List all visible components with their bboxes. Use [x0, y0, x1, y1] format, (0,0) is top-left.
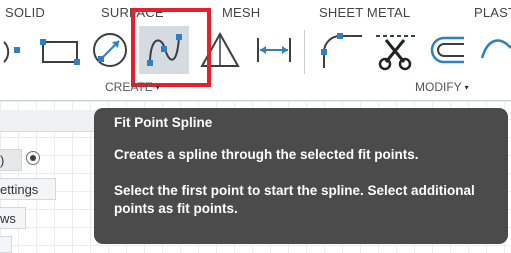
tab-solid[interactable]: SOLID [5, 5, 45, 20]
tool-tooltip: Fit Point Spline Creates a spline throug… [94, 108, 508, 244]
create-menu-dropdown[interactable]: CREATE ▾ [105, 80, 160, 94]
trim-scissors-icon [376, 35, 416, 71]
browser-row-label: ettings [0, 181, 39, 197]
polygon-tool-button[interactable] [198, 26, 242, 74]
browser-row-label: ws [0, 210, 16, 226]
tab-plastic[interactable]: PLAST [474, 5, 511, 20]
modify-menu-label: MODIFY [415, 80, 462, 94]
chevron-down-icon: ▾ [155, 82, 160, 92]
browser-panel-header [0, 110, 100, 132]
rectangle-icon [40, 39, 80, 65]
visibility-radio-icon[interactable] [26, 151, 40, 165]
curve-icon [480, 39, 511, 59]
fillet-icon [321, 33, 362, 68]
workspace-tabs: SOLID SURFACE MESH SHEET METAL PLAST [0, 0, 511, 24]
browser-row-partial[interactable] [0, 236, 12, 253]
chevron-down-icon: ▾ [464, 82, 469, 92]
tooltip-description: Creates a spline through the selected fi… [114, 147, 419, 162]
arc-icon [3, 41, 20, 63]
browser-row-partial[interactable]: ) [0, 149, 22, 171]
circle-diameter-icon [93, 33, 127, 67]
trim-tool-button[interactable] [372, 26, 420, 74]
toolbar-group-separator [304, 30, 305, 74]
browser-row-label: ) [0, 152, 5, 168]
offset-tool-button[interactable] [424, 26, 474, 74]
rectangle-tool-button[interactable] [36, 26, 84, 74]
fit-point-spline-tool-button[interactable] [139, 26, 189, 74]
tooltip-title: Fit Point Spline [114, 115, 213, 130]
polygon-triangle-icon [200, 31, 240, 67]
curve-tool-button[interactable] [478, 26, 511, 74]
tab-sheet-metal[interactable]: SHEET METAL [319, 5, 410, 20]
browser-row-document-settings[interactable]: ettings [0, 178, 56, 200]
dimension-tool-button[interactable] [250, 26, 298, 74]
dimension-icon [257, 38, 291, 62]
tab-surface[interactable]: SURFACE [101, 5, 164, 20]
tab-mesh[interactable]: MESH [222, 5, 260, 20]
modify-menu-dropdown[interactable]: MODIFY ▾ [415, 80, 469, 94]
tooltip-instructions: Select the first point to start the spli… [114, 183, 475, 216]
browser-row-named-views[interactable]: ws [0, 207, 26, 229]
arc-tool-button[interactable] [0, 26, 32, 74]
fit-point-spline-icon [147, 34, 182, 66]
create-menu-label: CREATE [105, 80, 153, 94]
offset-icon [430, 36, 464, 64]
fillet-tool-button[interactable] [314, 26, 366, 74]
circle-tool-button[interactable] [88, 26, 132, 74]
